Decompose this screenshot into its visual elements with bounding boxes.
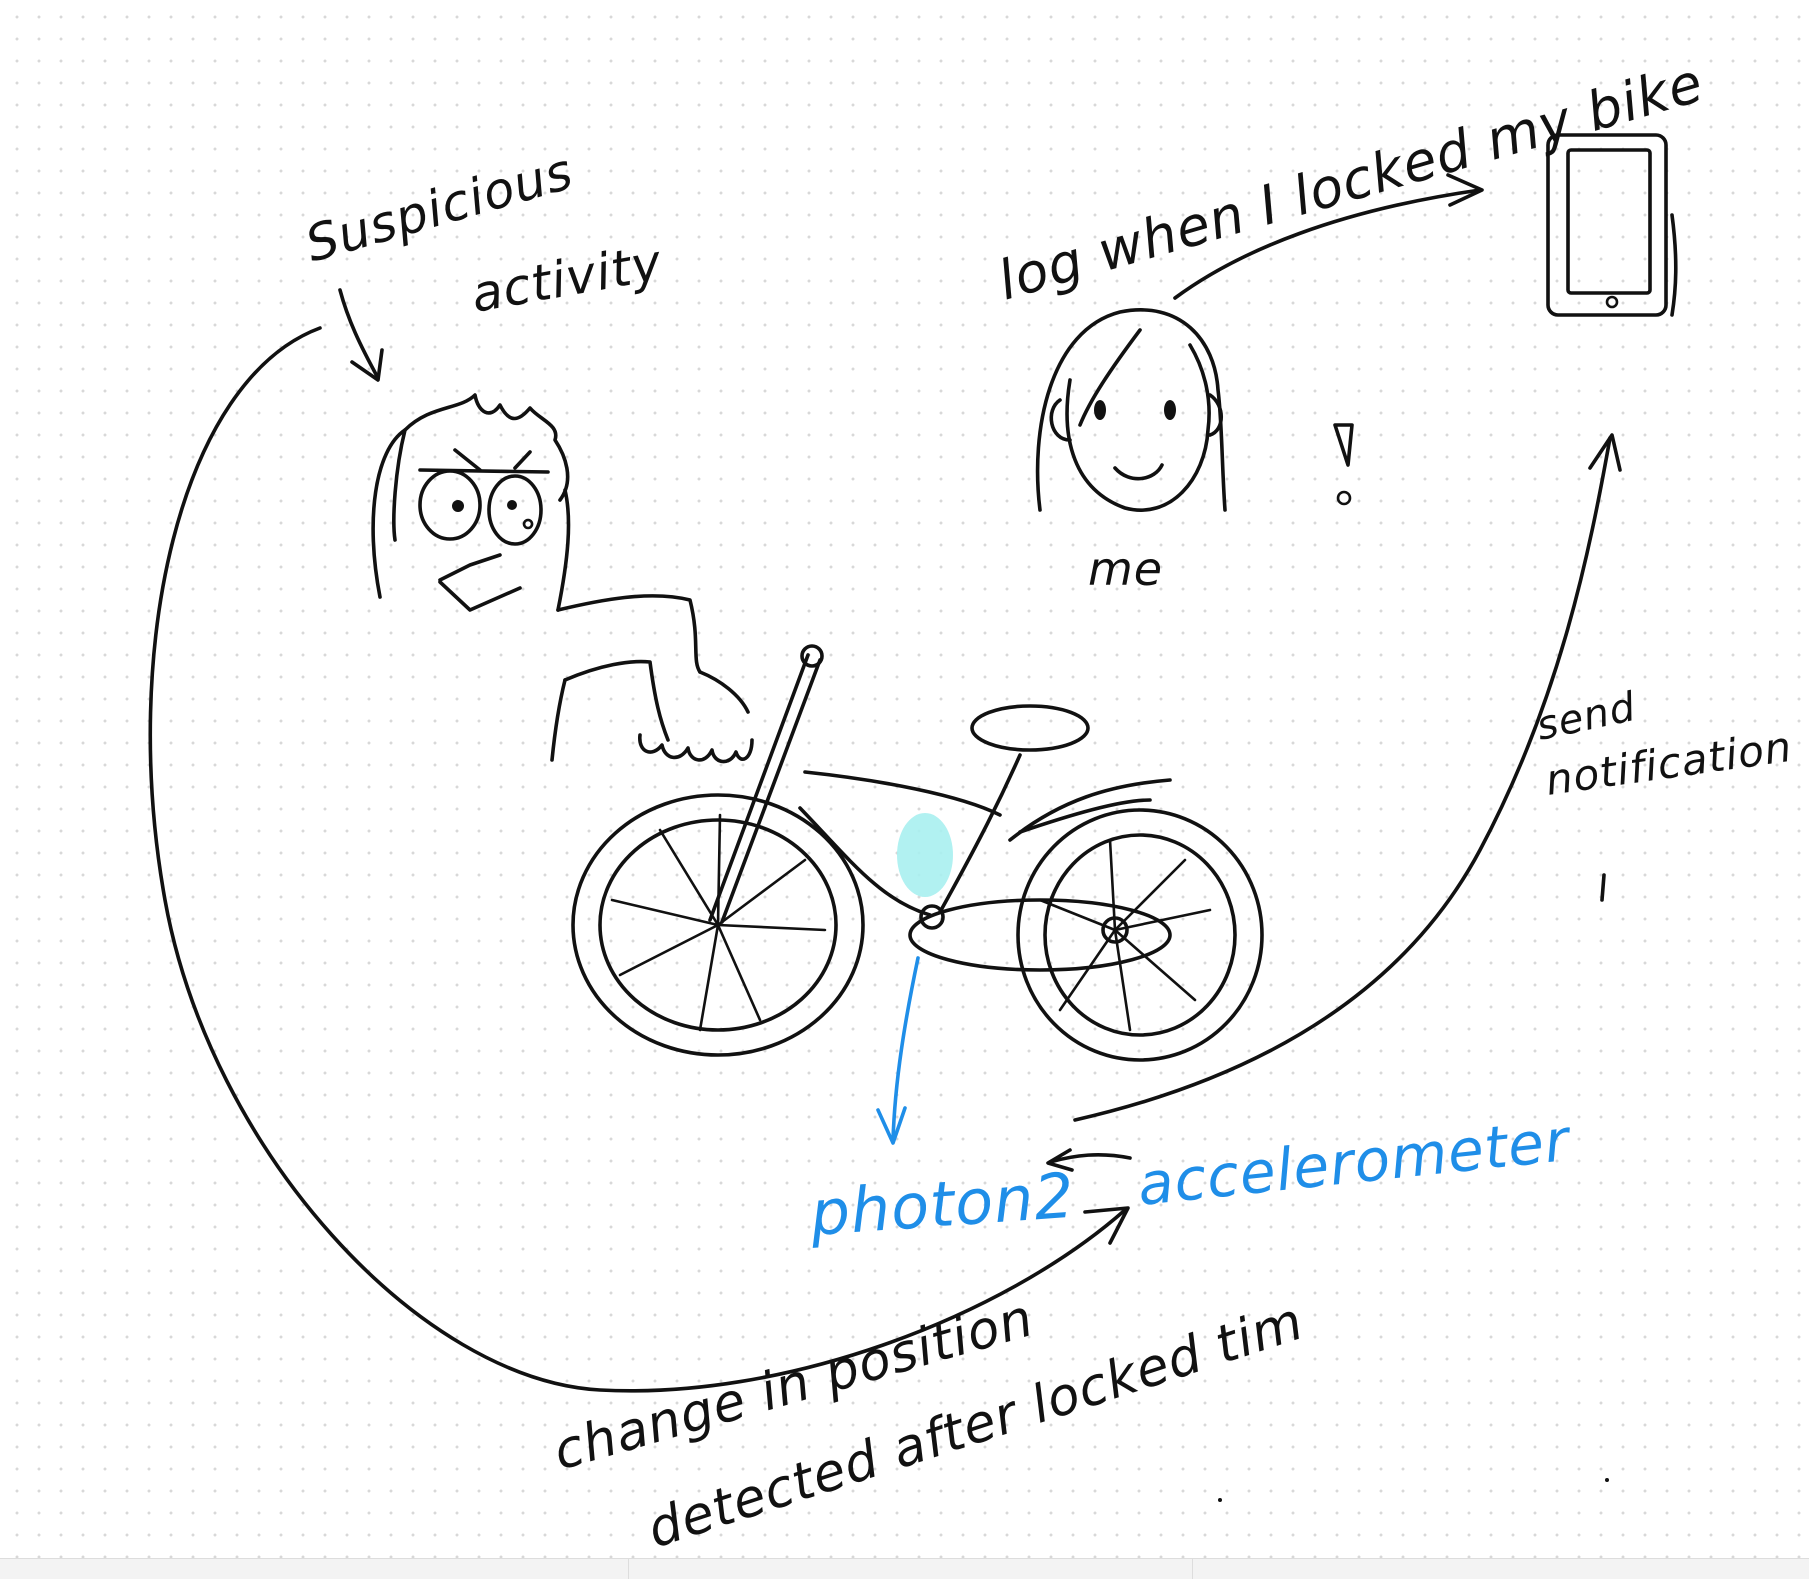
thief-figure: [371, 393, 754, 764]
toolbar-divider: [628, 1559, 629, 1579]
suspicious-label-line2: activity: [467, 233, 667, 324]
me-figure: [1035, 308, 1227, 512]
chain-loop: [908, 898, 1172, 972]
me-label: me: [1088, 542, 1163, 596]
photon-arrow: [891, 956, 920, 1142]
bottom-toolbar-strip: [0, 1558, 1809, 1579]
accelerometer-label: accelerometer: [1134, 1106, 1574, 1219]
stray-mark: [1600, 873, 1606, 902]
photon-arrowhead: [876, 1106, 907, 1145]
sketch-canvas: Suspicious activity log when I locked my…: [0, 0, 1809, 1579]
notification-arrow: [1073, 436, 1612, 1122]
bicycle: [571, 644, 1264, 1062]
log-label: log when I locked my bike: [991, 51, 1710, 313]
photon-label: photon2: [807, 1159, 1077, 1250]
stray-dot: [1605, 1478, 1609, 1482]
sensor-highlight: [897, 813, 953, 897]
front-wheel-spokes: [610, 813, 827, 1032]
bike-theft-detection-sketch: Suspicious activity log when I locked my…: [148, 51, 1795, 1560]
exclamation-mark: [1333, 423, 1354, 506]
toolbar-divider: [1192, 1559, 1193, 1579]
seat: [970, 704, 1090, 752]
rear-wheel: [1016, 808, 1264, 1062]
stray-dot-2: [1218, 1498, 1222, 1502]
phone-icon: [1546, 133, 1678, 317]
